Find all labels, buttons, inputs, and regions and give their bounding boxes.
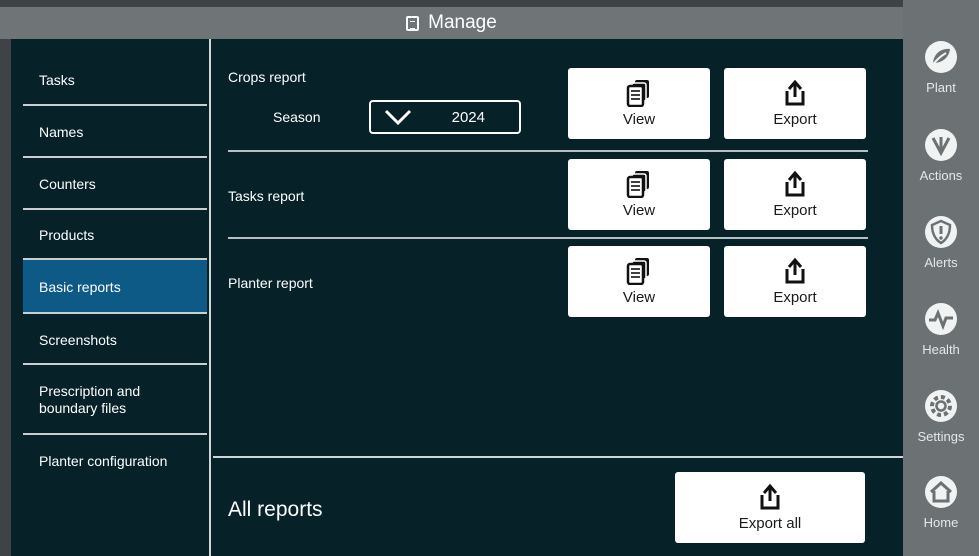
season-dropdown[interactable]: 2024 [369,100,521,134]
sidebar-item-label: Planter configuration [39,453,168,469]
all-reports-section: All reports Export all [213,456,903,556]
main-panel: Tasks Names Counters Products Basic repo… [11,39,903,556]
nav-plant[interactable]: Plant [903,40,979,95]
view-label: View [622,289,656,306]
nav-label: Plant [926,80,956,95]
export-label: Export [773,289,817,306]
crops-export-button[interactable]: Export [724,68,866,139]
nav-alerts[interactable]: Alerts [903,215,979,270]
tasks-report-label: Tasks report [228,188,305,204]
sidebar-item-counters[interactable]: Counters [23,158,207,210]
plant-icon [925,41,957,73]
sidebar-item-screenshots[interactable]: Screenshots [23,314,207,365]
planter-report-label: Planter report [228,275,313,291]
view-label: View [622,202,656,219]
reports-content: Crops report Season 2024 View Export Tas… [213,39,903,556]
right-nav-rail: Plant Actions Alerts Health Settings Hom… [903,0,979,556]
nav-label: Health [922,342,960,357]
sidebar-item-products[interactable]: Products [23,210,207,260]
view-label: View [622,111,656,128]
export-label: Export [773,111,817,128]
all-reports-label: All reports [228,498,323,521]
export-all-button[interactable]: Export all [675,472,865,543]
nav-actions[interactable]: Actions [903,128,979,183]
crops-report-label: Crops report [228,69,306,85]
season-value: 2024 [451,108,485,126]
chevron-down-icon [384,109,412,126]
divider [228,237,868,239]
sidebar-item-label: Screenshots [39,331,117,348]
sidebar-item-label: Tasks [39,72,75,88]
sidebar-item-label: Counters [39,176,96,192]
nav-health[interactable]: Health [903,302,979,357]
alert-shield-icon [925,216,957,248]
export-icon [785,170,805,197]
gear-icon [925,390,957,422]
sidebar-item-prescription-files[interactable]: Prescription and boundary files [23,365,207,435]
sidebar-item-label: Products [39,227,95,243]
nav-home[interactable]: Home [903,475,979,530]
sidebar-item-label: Prescription and boundary files [39,383,141,416]
sidebar-item-basic-reports[interactable]: Basic reports [23,260,207,314]
divider [228,150,868,152]
page-title: Manage [428,12,497,33]
title-bar: Manage [0,7,903,39]
export-label: Export [773,202,817,219]
nav-label: Alerts [924,255,958,270]
tasks-export-button[interactable]: Export [724,159,866,230]
export-icon [785,79,805,106]
documents-icon [626,258,649,285]
planter-export-button[interactable]: Export [724,246,866,317]
sidebar-item-planter-configuration[interactable]: Planter configuration [23,437,207,485]
export-icon [785,257,805,284]
nav-label: Settings [917,429,965,444]
sidebar-item-label: Basic reports [39,279,121,295]
document-icon [406,15,420,31]
planter-view-button[interactable]: View [568,246,710,317]
season-label: Season [273,109,321,125]
manage-screen: Manage Tasks Names Counters Products Bas… [0,0,979,556]
actions-icon [925,129,957,161]
heartbeat-icon [925,303,957,335]
nav-label: Actions [919,168,963,183]
documents-icon [626,171,649,198]
sidebar-item-names[interactable]: Names [23,106,207,158]
export-icon [760,483,780,510]
documents-icon [626,80,649,107]
home-icon [925,476,957,508]
sidebar: Tasks Names Counters Products Basic repo… [11,39,211,556]
tasks-view-button[interactable]: View [568,159,710,230]
sidebar-item-tasks[interactable]: Tasks [23,54,207,106]
export-all-label: Export all [738,515,802,532]
nav-settings[interactable]: Settings [903,389,979,444]
sidebar-item-label: Names [39,124,84,140]
crops-view-button[interactable]: View [568,68,710,139]
nav-label: Home [923,515,959,530]
